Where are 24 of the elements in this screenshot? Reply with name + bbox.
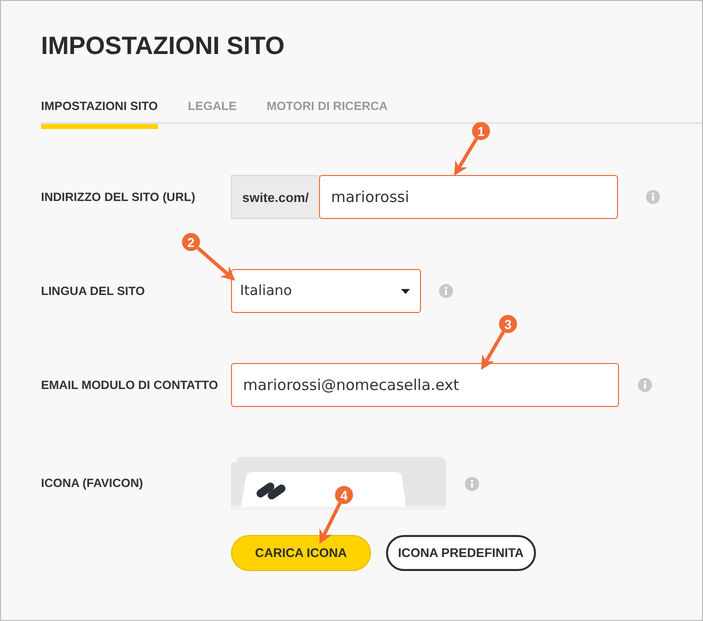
info-icon[interactable]: [646, 190, 660, 204]
callout-arrow: [481, 330, 505, 370]
default-icon-button[interactable]: ICONA PREDEFINITA: [386, 535, 536, 571]
url-field[interactable]: mariorossi: [319, 175, 618, 219]
field-label: ICONA (FAVICON): [41, 475, 144, 492]
info-icon[interactable]: [638, 378, 652, 392]
callout-badge: 1: [472, 122, 490, 140]
callout-arrow: [320, 502, 342, 544]
field-label: EMAIL MODULO DI CONTATTO: [41, 376, 220, 394]
field-label: LINGUA DEL SITO: [41, 282, 146, 300]
tab[interactable]: IMPOSTAZIONI SITO: [41, 99, 158, 129]
caret-icon: [401, 288, 410, 294]
callout-arrow: [196, 246, 236, 281]
callout-badge: 3: [499, 315, 517, 333]
field-label: INDIRIZZO DEL SITO (URL): [41, 188, 196, 206]
url-prefix: swite.com/: [231, 175, 319, 219]
callout-badge: 2: [182, 233, 200, 251]
email-field[interactable]: mariorossi@nomecasella.ext: [231, 363, 619, 407]
callout-arrow: [454, 138, 478, 176]
language-dropdown[interactable]: Italiano: [231, 269, 421, 313]
info-icon[interactable]: [465, 476, 479, 490]
page-title: IMPOSTAZIONI SITO: [40, 31, 286, 61]
upload-icon-button[interactable]: CARICA ICONA: [231, 535, 371, 571]
info-icon[interactable]: [439, 284, 453, 298]
